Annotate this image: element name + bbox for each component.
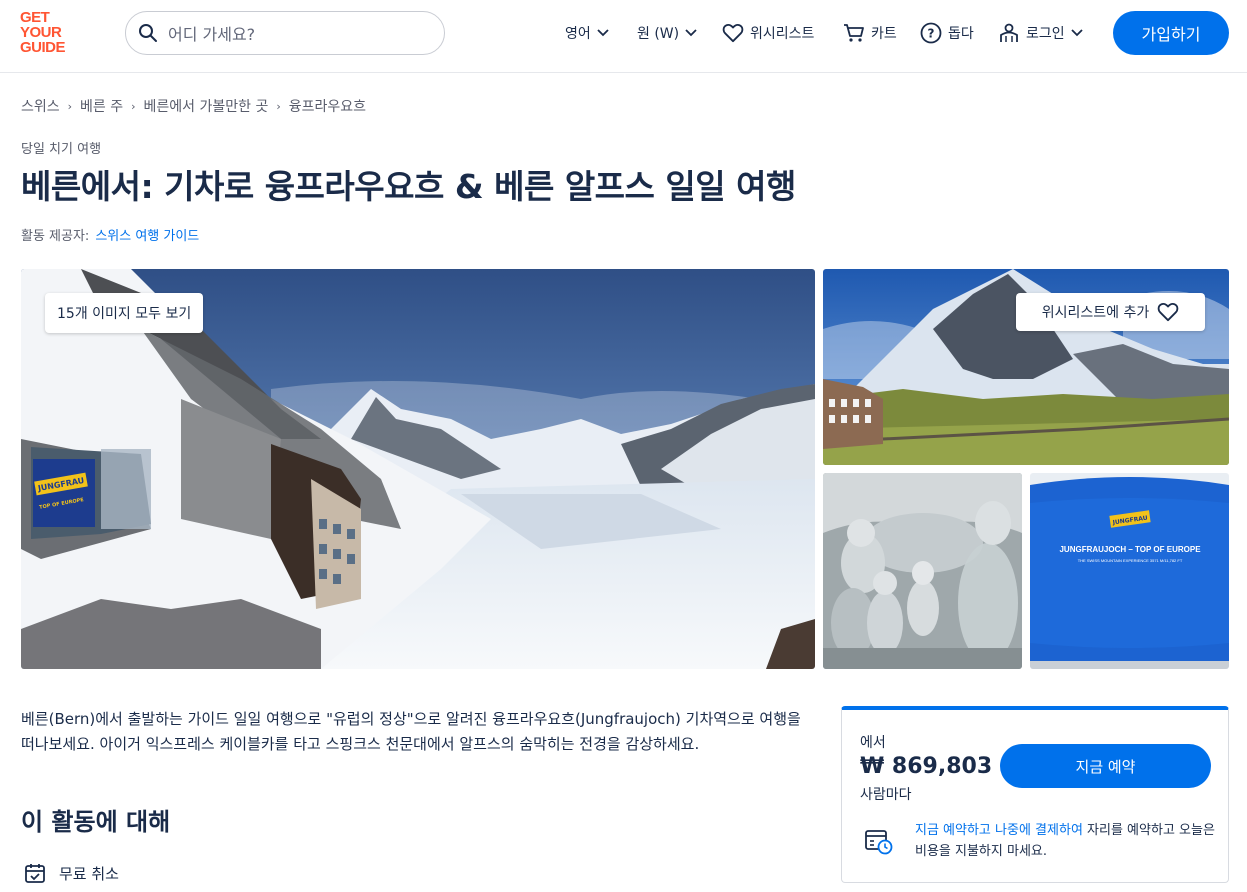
feature-label: 무료 취소	[59, 864, 119, 883]
breadcrumb-item-jungfraujoch[interactable]: 융프라우요흐	[289, 96, 366, 116]
chevron-down-icon	[597, 29, 609, 37]
reserve-now-link[interactable]: 지금 예약하고	[915, 823, 991, 838]
about-section-title: 이 활동에 대해	[21, 808, 171, 836]
svg-text:?: ?	[928, 27, 935, 41]
chevron-down-icon	[685, 29, 697, 37]
price-per-person-label: 사람마다	[860, 787, 912, 803]
book-now-button[interactable]: 지금 예약	[1000, 744, 1211, 788]
page-title: 베른에서: 기차로 융프라우요흐 & 베른 알프스 일일 여행	[21, 167, 796, 206]
cart-icon	[843, 23, 865, 43]
activity-provider: 활동 제공자: 스위스 여행 가이드	[21, 225, 199, 244]
calendar-check-icon	[23, 861, 47, 885]
wishlist-label: 위시리스트	[750, 26, 815, 42]
add-to-wishlist-button[interactable]: 위시리스트에 추가	[1016, 293, 1205, 331]
currency-selector[interactable]: 원 (W)	[637, 20, 697, 46]
cart-label: 카트	[871, 26, 897, 42]
reserve-now-pay-later-text: 지금 예약하고 나중에 결제하여 자리를 예약하고 오늘은 비용을 지불하지 마…	[915, 820, 1215, 862]
provider-link[interactable]: 스위스 여행 가이드	[95, 229, 199, 244]
price-value: ₩ 869,803	[860, 754, 993, 779]
heart-icon	[1157, 302, 1179, 322]
chevron-right-icon: ›	[131, 99, 136, 113]
feature-free-cancellation: 무료 취소	[23, 861, 119, 885]
heart-icon	[722, 23, 744, 43]
help-label: 돕다	[948, 26, 974, 42]
sign-subtitle-text: THE SWISS MOUNTAIN EXPERIENCE 3571 M/11,…	[1078, 558, 1183, 563]
language-selector[interactable]: 영어	[565, 20, 609, 46]
activity-description: 베른(Bern)에서 출발하는 가이드 일일 여행으로 "유럽의 정상"으로 알…	[21, 710, 801, 753]
help-link[interactable]: ? 돕다	[920, 20, 974, 46]
chevron-down-icon	[1071, 29, 1083, 37]
gallery-image-top-of-europe-sign[interactable]: JUNGFRAU JUNGFRAUJOCH – TOP OF EUROPE TH…	[1030, 473, 1229, 669]
wishlist-link[interactable]: 위시리스트	[722, 20, 814, 46]
view-all-images-button[interactable]: 15개 이미지 모두 보기	[45, 293, 204, 333]
calendar-clock-icon	[864, 828, 894, 860]
signup-button[interactable]: 가입하기	[1113, 11, 1229, 55]
login-label: 로그인	[1026, 26, 1065, 42]
chevron-right-icon: ›	[276, 99, 281, 113]
search-input[interactable]: 어디 가세요?	[125, 11, 445, 55]
help-icon: ?	[920, 22, 942, 44]
currency-label: 원 (W)	[637, 26, 680, 42]
breadcrumb-item-things-to-do[interactable]: 베른에서 가볼만한 곳	[144, 96, 269, 116]
provider-label: 활동 제공자:	[21, 229, 90, 244]
logo-line-3: GUIDE	[20, 39, 66, 56]
breadcrumb-item-switzerland[interactable]: 스위스	[21, 96, 60, 116]
breadcrumb-item-canton-bern[interactable]: 베른 주	[80, 96, 123, 116]
language-label: 영어	[565, 26, 591, 42]
login-menu[interactable]: 로그인	[998, 20, 1083, 46]
add-to-wishlist-label: 위시리스트에 추가	[1041, 305, 1150, 321]
cart-link[interactable]: 카트	[843, 20, 897, 46]
activity-category: 당일 치기 여행	[21, 142, 102, 157]
user-icon	[998, 23, 1020, 43]
getyourguide-logo[interactable]: GET YOUR GUIDE	[20, 10, 80, 55]
search-icon	[138, 23, 158, 43]
top-header: GET YOUR GUIDE 어디 가세요? 영어 원 (W) 위시리스트 카트	[0, 0, 1247, 73]
breadcrumb: 스위스 › 베른 주 › 베른에서 가볼만한 곳 › 융프라우요흐	[21, 96, 366, 116]
gallery-image-ice-palace[interactable]	[823, 473, 1022, 669]
price-from-label: 에서	[860, 735, 886, 751]
chevron-right-icon: ›	[67, 99, 73, 113]
pay-later-link[interactable]: 나중에 결제하여	[995, 823, 1083, 838]
sign-title-text: JUNGFRAUJOCH – TOP OF EUROPE	[1059, 545, 1201, 554]
booking-panel: 에서 ₩ 869,803 사람마다 지금 예약 지금 예약하고 나중에 결제하여…	[841, 706, 1229, 883]
search-placeholder: 어디 가세요?	[168, 25, 256, 44]
logo-line-2: YOUR	[20, 24, 62, 41]
logo-line-1: GET	[20, 9, 50, 26]
